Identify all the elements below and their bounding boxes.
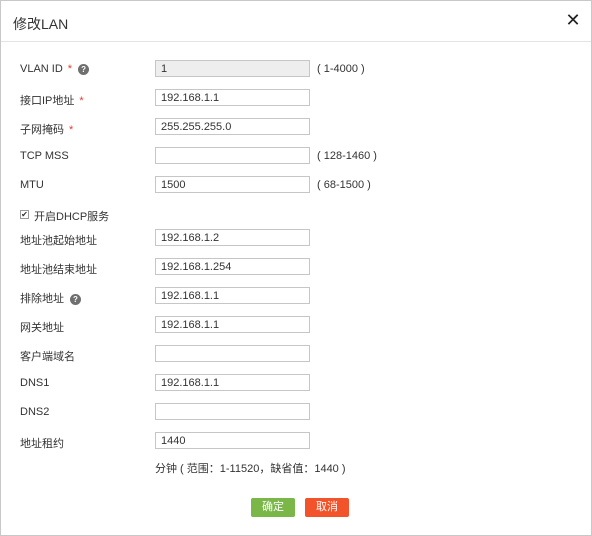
dhcp-enable-checkbox[interactable]: ✔ [20, 210, 29, 219]
tcp-mss-range: ( 128-1460 ) [317, 150, 377, 162]
mtu-input[interactable] [155, 176, 310, 193]
lease-input[interactable] [155, 432, 310, 449]
dialog-title: 修改LAN [13, 16, 69, 32]
vlan-id-row: VLAN ID*? ( 1-4000 ) [1, 60, 591, 82]
interface-ip-label: 接口IP地址 * [20, 95, 84, 107]
confirm-button[interactable]: 确定 [251, 498, 295, 517]
pool-end-row: 地址池结束地址 [1, 258, 591, 280]
pool-start-label: 地址池起始地址 [20, 235, 97, 247]
gateway-input[interactable] [155, 316, 310, 333]
dhcp-enable-label[interactable]: 开启DHCP服务 [34, 208, 109, 224]
subnet-mask-input[interactable] [155, 118, 310, 135]
exclude-label: 排除地址? [20, 290, 81, 306]
mtu-row: MTU ( 68-1500 ) [1, 176, 591, 198]
modify-lan-dialog: 修改LAN ✕ VLAN ID*? ( 1-4000 ) 接口IP地址* 子网掩… [0, 0, 592, 536]
pool-end-label: 地址池结束地址 [20, 264, 97, 276]
tcp-mss-label: TCP MSS [20, 150, 69, 162]
gateway-row: 网关地址 [1, 316, 591, 338]
dns2-label: DNS2 [20, 406, 50, 418]
gateway-label: 网关地址 [20, 322, 64, 334]
required-mark: * [67, 63, 73, 75]
exclude-row: 排除地址? [1, 287, 591, 309]
vlan-id-input [155, 60, 310, 77]
dialog-header: 修改LAN ✕ [1, 1, 591, 42]
client-domain-input[interactable] [155, 345, 310, 362]
interface-ip-input[interactable] [155, 89, 310, 106]
lease-row: 地址租约 [1, 432, 591, 454]
required-mark: * [79, 95, 84, 107]
client-domain-row: 客户端域名 [1, 345, 591, 367]
interface-ip-row: 接口IP地址 * [1, 89, 591, 111]
cancel-button[interactable]: 取消 [305, 498, 349, 517]
dns1-row: DNS1 [1, 374, 591, 396]
help-icon[interactable]: ? [78, 64, 90, 75]
subnet-mask-label: 子网掩码 * [20, 124, 74, 136]
mtu-range: ( 68-1500 ) [317, 179, 371, 191]
lease-label: 地址租约 [20, 438, 64, 450]
pool-end-input[interactable] [155, 258, 310, 275]
client-domain-label: 客户端域名 [20, 351, 75, 363]
help-icon[interactable]: ? [70, 294, 81, 305]
vlan-id-label: VLAN ID *? [20, 63, 90, 75]
tcp-mss-row: TCP MSS ( 128-1460 ) [1, 147, 591, 169]
required-mark: * [69, 124, 74, 136]
mtu-label: MTU [20, 179, 44, 191]
pool-start-row: 地址池起始地址 [1, 229, 591, 251]
dns2-input[interactable] [155, 403, 310, 420]
dns1-label: DNS1 [20, 377, 50, 389]
tcp-mss-input[interactable] [155, 147, 310, 164]
vlan-id-range: ( 1-4000 ) [317, 63, 365, 75]
lease-hint: 分钟 ( 范围：1-11520，缺省值：1440 ) [155, 463, 346, 475]
subnet-mask-row: 子网掩码 * [1, 118, 591, 140]
exclude-input[interactable] [155, 287, 310, 304]
pool-start-input[interactable] [155, 229, 310, 246]
close-icon[interactable]: ✕ [563, 10, 583, 30]
dns2-row: DNS2 [1, 403, 591, 425]
dns1-input[interactable] [155, 374, 310, 391]
